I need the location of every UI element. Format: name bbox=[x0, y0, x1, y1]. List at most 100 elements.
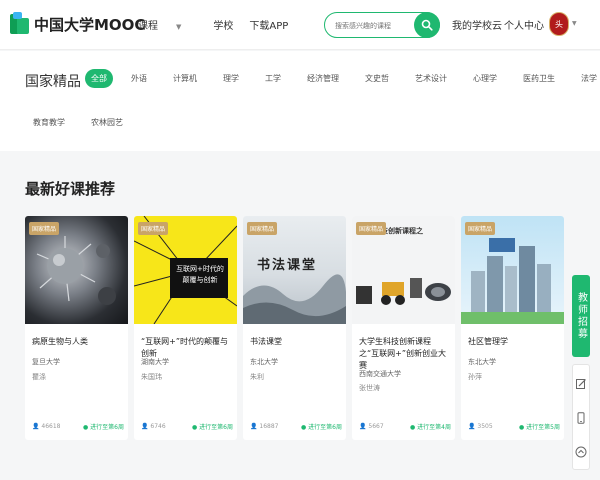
course-teacher: 孙萍 bbox=[468, 373, 482, 381]
back-to-top-icon bbox=[575, 446, 587, 458]
course-thumbnail: 国家精品 bbox=[461, 216, 564, 324]
category-chip-all[interactable]: 全部 bbox=[85, 69, 113, 88]
category-chip[interactable]: 经济管理 bbox=[307, 73, 339, 84]
learners-value: 3505 bbox=[477, 423, 493, 430]
course-card[interactable]: 国家精品 社区管理学 东北大学 孙萍 👤 3505 ● 进行至第5周 bbox=[461, 216, 564, 440]
course-school: 东北大学 bbox=[468, 358, 496, 366]
course-thumbnail: 国家精品 bbox=[25, 216, 128, 324]
nav-download-app[interactable]: 下载APP bbox=[249, 17, 288, 32]
course-title: 病原生物与人类 bbox=[32, 337, 88, 346]
category-chip[interactable]: 工学 bbox=[265, 73, 281, 84]
phone-icon bbox=[577, 412, 585, 424]
nav-courses-label: 课程 bbox=[138, 21, 158, 32]
personal-center-link[interactable]: 个人中心 bbox=[504, 17, 544, 32]
avatar-chevron-down-icon[interactable]: ▼ bbox=[572, 20, 577, 27]
category-chip[interactable]: 艺术设计 bbox=[415, 73, 447, 84]
course-status: ● 进行至第6周 bbox=[83, 424, 124, 431]
course-title: 书法课堂 bbox=[250, 337, 282, 346]
user-icon: 头 bbox=[555, 19, 563, 29]
search-button[interactable] bbox=[414, 12, 440, 38]
course-status: ● 进行至第5周 bbox=[519, 424, 560, 431]
learners-value: 5667 bbox=[368, 423, 384, 430]
course-card[interactable]: 互联网+时代的 颠覆与创新 国家精品 “互联网+”时代的颠覆与创新 湖南大学 朱… bbox=[134, 216, 237, 440]
category-chip[interactable]: 理学 bbox=[223, 73, 239, 84]
user-icon: 👤 bbox=[32, 423, 40, 430]
thumbnail-caption: 互联网+时代的 颠覆与创新 bbox=[174, 264, 226, 286]
course-card[interactable]: 国家精品 病原生物与人类 复旦大学 瞿涤 👤 46618 ● 进行至第6周 bbox=[25, 216, 128, 440]
status-text: 进行至第5周 bbox=[526, 424, 560, 431]
top-header: 中国大学MOOC 课程 ▼ 学校 下载APP 我的学校云 个人中心 头 ▼ bbox=[0, 0, 600, 50]
learners-count: 👤 6746 bbox=[141, 423, 166, 430]
category-row-1: 全部 外语 计算机 理学 工学 经济管理 文史哲 艺术设计 心理学 医药卫生 法… bbox=[85, 69, 597, 88]
user-icon: 👤 bbox=[141, 423, 149, 430]
feedback-button[interactable] bbox=[573, 367, 589, 401]
site-logo[interactable]: 中国大学MOOC bbox=[10, 12, 145, 36]
card-footer: 👤 3505 ● 进行至第5周 bbox=[468, 422, 560, 431]
learners-count: 👤 3505 bbox=[468, 423, 493, 430]
teacher-recruit-button[interactable]: 教师招募 bbox=[572, 275, 590, 357]
badge: 国家精品 bbox=[138, 222, 169, 235]
course-school: 东北大学 bbox=[250, 358, 278, 366]
course-school: 复旦大学 bbox=[32, 358, 60, 366]
category-chip[interactable]: 外语 bbox=[131, 73, 147, 84]
badge: 国家精品 bbox=[356, 222, 387, 235]
my-school-cloud-link[interactable]: 我的学校云 bbox=[452, 17, 502, 32]
course-teacher: 朱国玮 bbox=[141, 373, 162, 381]
category-section: 国家精品 全部 外语 计算机 理学 工学 经济管理 文史哲 艺术设计 心理学 医… bbox=[0, 51, 600, 151]
thumbnail-caption-line: 颠覆与创新 bbox=[182, 276, 218, 284]
teacher-recruit-label: 教师招募 bbox=[575, 292, 587, 340]
learners-count: 👤 16887 bbox=[250, 423, 279, 430]
category-chip[interactable]: 教育教学 bbox=[33, 117, 65, 128]
status-text: 进行至第4周 bbox=[417, 424, 451, 431]
learners-value: 16887 bbox=[259, 423, 279, 430]
category-chip[interactable]: 农林园艺 bbox=[91, 117, 123, 128]
avatar[interactable]: 头 bbox=[549, 12, 569, 36]
status-text: 进行至第6周 bbox=[199, 424, 233, 431]
search-input[interactable] bbox=[335, 14, 421, 38]
learners-value: 6746 bbox=[150, 423, 166, 430]
search-box bbox=[324, 12, 440, 38]
course-teacher: 朱利 bbox=[250, 373, 264, 381]
course-card[interactable]: 书法课堂 国家精品 书法课堂 东北大学 朱利 👤 16887 ● 进行至第6周 bbox=[243, 216, 346, 440]
badge: 国家精品 bbox=[465, 222, 496, 235]
thumbnail-caption: 书法课堂 bbox=[257, 258, 318, 273]
category-chip[interactable]: 心理学 bbox=[473, 73, 497, 84]
card-footer: 👤 16887 ● 进行至第6周 bbox=[250, 422, 342, 431]
section-title: 最新好课推荐 bbox=[25, 180, 116, 198]
category-chip[interactable]: 文史哲 bbox=[365, 73, 389, 84]
badge: 国家精品 bbox=[29, 222, 60, 235]
learners-count: 👤 5667 bbox=[359, 423, 384, 430]
edit-icon bbox=[576, 379, 586, 389]
course-school: 湖南大学 bbox=[141, 358, 169, 366]
thumbnail-caption-line: 互联网+时代的 bbox=[176, 265, 224, 273]
category-chip[interactable]: 计算机 bbox=[173, 73, 197, 84]
main-nav: 课程 ▼ 学校 下载APP bbox=[138, 17, 304, 32]
course-status: ● 进行至第6周 bbox=[192, 424, 233, 431]
user-icon: 👤 bbox=[359, 423, 367, 430]
status-text: 进行至第6周 bbox=[308, 424, 342, 431]
back-to-top-button[interactable] bbox=[573, 435, 589, 469]
learners-count: 👤 46618 bbox=[32, 423, 61, 430]
course-teacher: 瞿涤 bbox=[32, 373, 46, 381]
chevron-down-icon: ▼ bbox=[176, 23, 182, 31]
learners-value: 46618 bbox=[41, 423, 61, 430]
category-title: 国家精品 bbox=[25, 74, 81, 90]
nav-courses[interactable]: 课程 ▼ bbox=[138, 17, 197, 32]
side-toolbar bbox=[572, 364, 590, 470]
app-download-button[interactable] bbox=[573, 401, 589, 435]
course-school: 西南交通大学 bbox=[359, 370, 401, 378]
category-chip[interactable]: 法学 bbox=[581, 73, 597, 84]
category-row-2: 教育教学 农林园艺 bbox=[33, 117, 149, 128]
course-status: ● 进行至第4周 bbox=[410, 424, 451, 431]
card-footer: 👤 6746 ● 进行至第6周 bbox=[141, 422, 233, 431]
course-card[interactable]: 科技创新课程之 国家精品 大学生科技创新课程之“互联网+”创新创业大赛 西南交通… bbox=[352, 216, 455, 440]
course-title: 社区管理学 bbox=[468, 337, 508, 346]
nav-schools[interactable]: 学校 bbox=[213, 17, 233, 32]
status-text: 进行至第6周 bbox=[90, 424, 124, 431]
badge: 国家精品 bbox=[247, 222, 278, 235]
category-chip[interactable]: 医药卫生 bbox=[523, 73, 555, 84]
search-icon bbox=[421, 19, 433, 31]
course-thumbnail: 互联网+时代的 颠覆与创新 国家精品 bbox=[134, 216, 237, 324]
card-footer: 👤 5667 ● 进行至第4周 bbox=[359, 422, 451, 431]
course-status: ● 进行至第6周 bbox=[301, 424, 342, 431]
